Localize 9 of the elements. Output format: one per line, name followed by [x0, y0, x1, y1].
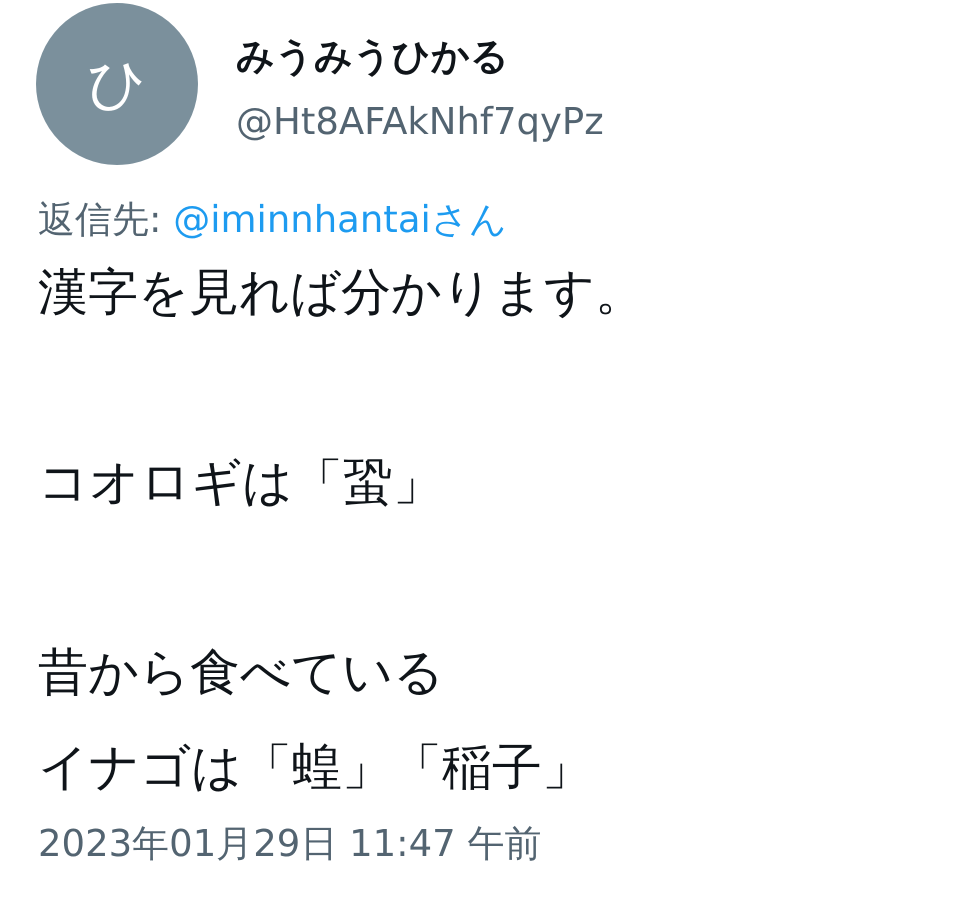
author-name[interactable]: みうみうひかる: [236, 31, 604, 82]
author-handle[interactable]: @Ht8AFAkNhf7qyPz: [236, 100, 604, 143]
avatar[interactable]: ひ: [36, 3, 198, 165]
tweet-text-line: イナゴは「蝗」「稲子」: [38, 737, 593, 798]
tweet-text-line: 漢字を見れば分かります。: [38, 262, 646, 323]
timestamp: 2023年01月29日 11:47 午前: [38, 821, 542, 867]
reply-to-line: 返信先: @iminnhantaiさん: [38, 197, 508, 243]
tweet-text-line: コオロギは「蛩」: [38, 452, 444, 513]
tweet-text-line: 昔から食べている: [38, 642, 445, 703]
